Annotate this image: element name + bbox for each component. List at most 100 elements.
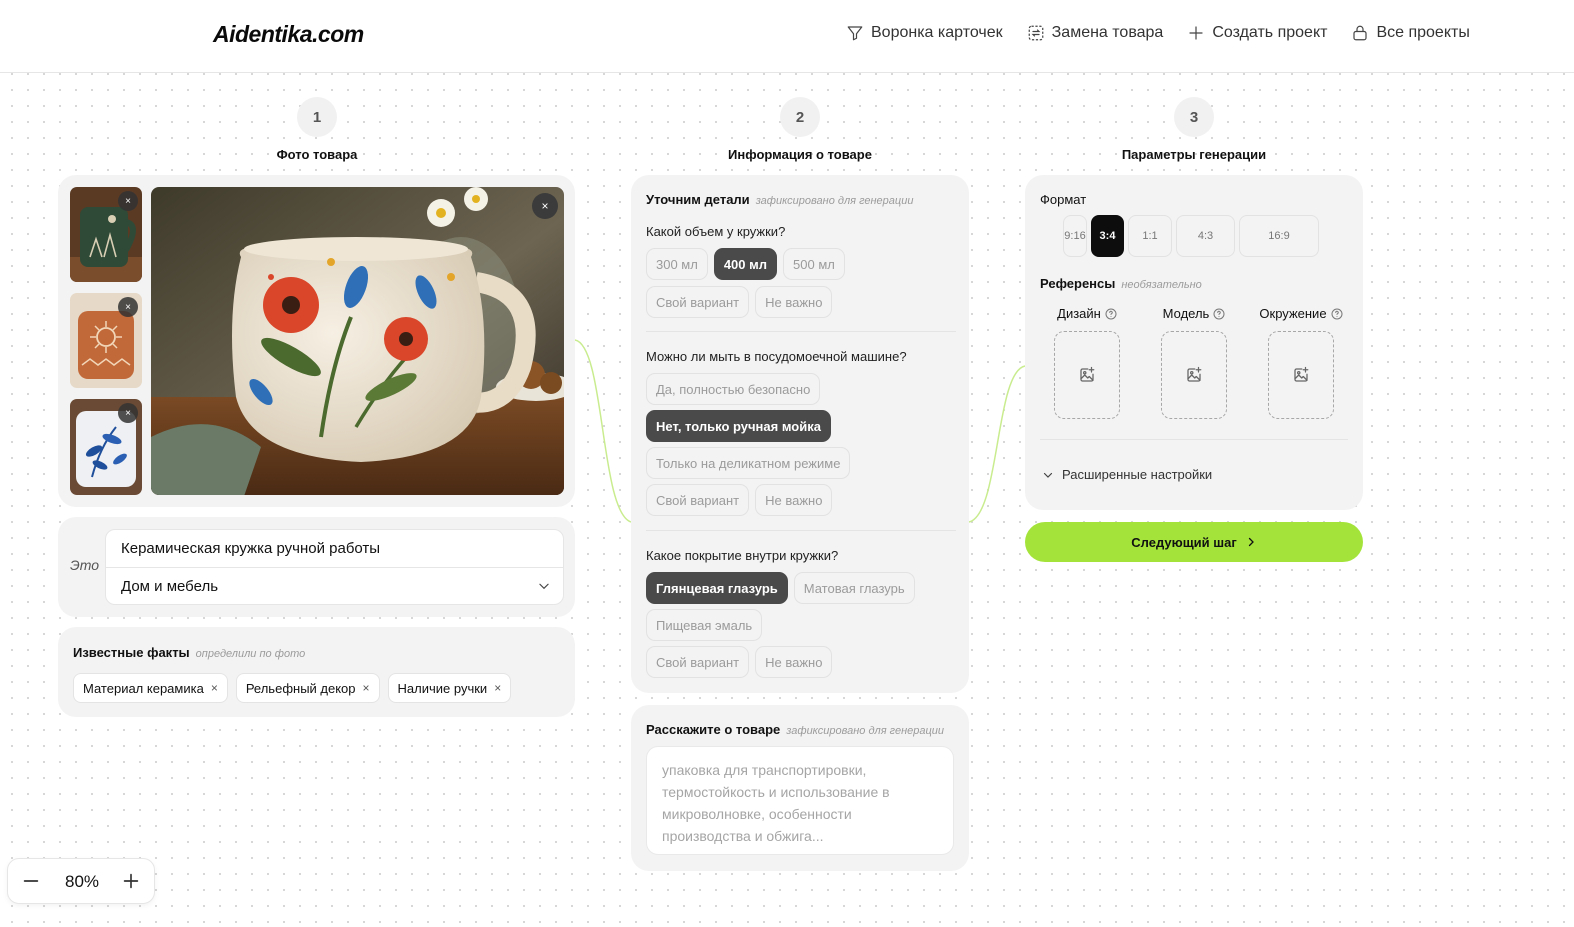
remove-photo-button[interactable]: × [118, 297, 138, 317]
upload-reference-design[interactable] [1054, 331, 1120, 419]
option-chip[interactable]: Матовая глазурь [793, 572, 915, 604]
nav-all-projects[interactable]: Все проекты [1351, 24, 1470, 42]
option-chip-selected[interactable]: Глянцевая глазурь [646, 572, 788, 604]
remove-fact-icon[interactable]: × [494, 681, 501, 695]
help-icon[interactable] [1105, 308, 1117, 320]
step-1-header: 1 Фото товара [147, 97, 487, 162]
format-option[interactable]: 9:16 [1063, 215, 1087, 257]
about-title: Расскажите о товаре зафиксировано для ген… [646, 722, 945, 737]
option-chip[interactable]: Не важно [755, 286, 833, 318]
remove-fact-icon[interactable]: × [211, 681, 218, 695]
about-note: зафиксировано для генерации [786, 725, 945, 737]
logo[interactable]: Aidentika.com [213, 21, 364, 48]
references-note: необязательно [1121, 279, 1202, 291]
option-chip[interactable]: Не важно [755, 484, 833, 516]
option-chip[interactable]: Пищевая эмаль [646, 609, 763, 641]
option-chip[interactable]: Свой вариант [646, 646, 750, 678]
option-chip[interactable]: Свой вариант [646, 484, 750, 516]
option-chip[interactable]: Да, полностью безопасно [646, 373, 821, 405]
details-card: Уточним детали зафиксировано для генераци… [631, 175, 969, 693]
step-title: Информация о товаре [728, 147, 872, 162]
help-icon[interactable] [1213, 308, 1225, 320]
coating-options: Пищевая эмаль [646, 609, 763, 641]
main-nav: Воронка карточек Замена товара Создать п… [846, 24, 1470, 42]
funnel-icon [847, 26, 863, 41]
step-2-header: 2 Информация о товаре [630, 97, 970, 162]
advanced-settings-label: Расширенные настройки [1062, 467, 1213, 482]
coating-options: Глянцевая глазурь Матовая глазурь [646, 572, 915, 604]
advanced-settings-toggle[interactable]: Расширенные настройки [1042, 467, 1212, 482]
step-number: 3 [1174, 97, 1214, 137]
product-identity-box: Керамическая кружка ручной работы Дом и … [105, 529, 564, 605]
remove-main-photo-button[interactable]: × [532, 193, 558, 219]
about-product-card: Расскажите о товаре зафиксировано для ген… [631, 705, 969, 871]
zoom-out-icon[interactable] [20, 870, 42, 892]
reference-design: Дизайн [1042, 305, 1132, 419]
upload-reference-environment[interactable] [1268, 331, 1334, 419]
facts-note: определили по фото [195, 648, 306, 660]
dishwasher-options: Нет, только ручная мойка [646, 410, 831, 442]
divider [646, 331, 956, 332]
option-chip-selected[interactable]: Нет, только ручная мойка [646, 410, 831, 442]
format-option[interactable]: 4:3 [1176, 215, 1235, 257]
format-option-selected[interactable]: 3:4 [1091, 215, 1124, 257]
upload-reference-model[interactable] [1161, 331, 1227, 419]
details-title: Уточним детали зафиксировано для генераци… [646, 192, 914, 207]
option-chip[interactable]: 300 мл [646, 248, 708, 280]
facts-title: Известные факты определили по фото [73, 645, 306, 660]
facts-list: Материал керамика × Рельефный декор × Нали… [73, 673, 512, 703]
divider [646, 530, 956, 531]
divider [106, 567, 563, 568]
category-select[interactable]: Дом и мебель [121, 578, 218, 595]
chevron-right-icon [1248, 537, 1254, 547]
plus-icon [1189, 26, 1203, 40]
format-option[interactable]: 16:9 [1239, 215, 1319, 257]
main-product-photo[interactable]: × [151, 187, 564, 495]
nav-product-swap[interactable]: Замена товара [1027, 24, 1164, 42]
step-3-header: 3 Параметры генерации [1024, 97, 1364, 162]
question-dishwasher: Можно ли мыть в посудомоечной машине? [646, 349, 907, 364]
next-step-button[interactable]: Следующий шаг [1025, 522, 1363, 562]
step-title: Параметры генерации [1121, 147, 1267, 162]
option-chip-selected[interactable]: 400 мл [713, 248, 778, 280]
photo-thumbnail[interactable]: × [70, 399, 142, 495]
option-chip[interactable]: Только на деликатном режиме [646, 447, 851, 479]
nav-label: Воронка карточек [871, 24, 1003, 41]
format-option[interactable]: 1:1 [1128, 215, 1172, 257]
add-image-icon [1080, 366, 1095, 382]
reference-label: Дизайн [1057, 306, 1117, 321]
references-title: Референсы необязательно [1040, 276, 1202, 291]
photo-thumbnail[interactable]: × [70, 293, 142, 388]
nav-label: Все проекты [1376, 24, 1470, 41]
about-textarea[interactable]: упаковка для транспортировки, термостойк… [646, 746, 954, 855]
photo-thumbnail[interactable]: × [70, 187, 142, 282]
reference-label: Окружение [1259, 306, 1343, 321]
product-identity-card: Это Керамическая кружка ручной работы До… [58, 517, 575, 617]
nav-create-project[interactable]: Создать проект [1187, 24, 1327, 42]
chevron-down-icon[interactable] [537, 579, 551, 593]
fact-chip: Материал керамика × [73, 673, 228, 703]
option-chip[interactable]: 500 мл [783, 248, 845, 280]
nav-label: Замена товара [1051, 24, 1164, 41]
option-chip[interactable]: Не важно [755, 646, 833, 678]
product-name-field[interactable]: Керамическая кружка ручной работы [121, 540, 380, 557]
option-chip[interactable]: Свой вариант [646, 286, 750, 318]
add-image-icon [1187, 366, 1202, 382]
divider [1040, 439, 1348, 440]
lock-icon [1353, 25, 1368, 41]
help-icon[interactable] [1331, 308, 1343, 320]
zoom-level: 80% [64, 872, 100, 891]
format-options: 9:16 3:4 1:1 4:3 16:9 [1063, 215, 1319, 257]
details-note: зафиксировано для генерации [755, 195, 914, 207]
remove-fact-icon[interactable]: × [363, 681, 370, 695]
nav-card-funnel[interactable]: Воронка карточек [846, 24, 1003, 42]
next-step-label: Следующий шаг [1131, 534, 1237, 550]
known-facts-card: Известные факты определили по фото Матери… [58, 627, 575, 717]
remove-photo-button[interactable]: × [118, 191, 138, 211]
zoom-in-icon[interactable] [120, 870, 142, 892]
reference-label: Модель [1163, 306, 1226, 321]
this-label: Это [70, 557, 100, 573]
top-bar: Aidentika.com Воронка карточек Замена то… [0, 0, 1574, 73]
remove-photo-button[interactable]: × [118, 403, 138, 423]
coating-options-extra: Свой вариант Не важно [646, 646, 833, 678]
